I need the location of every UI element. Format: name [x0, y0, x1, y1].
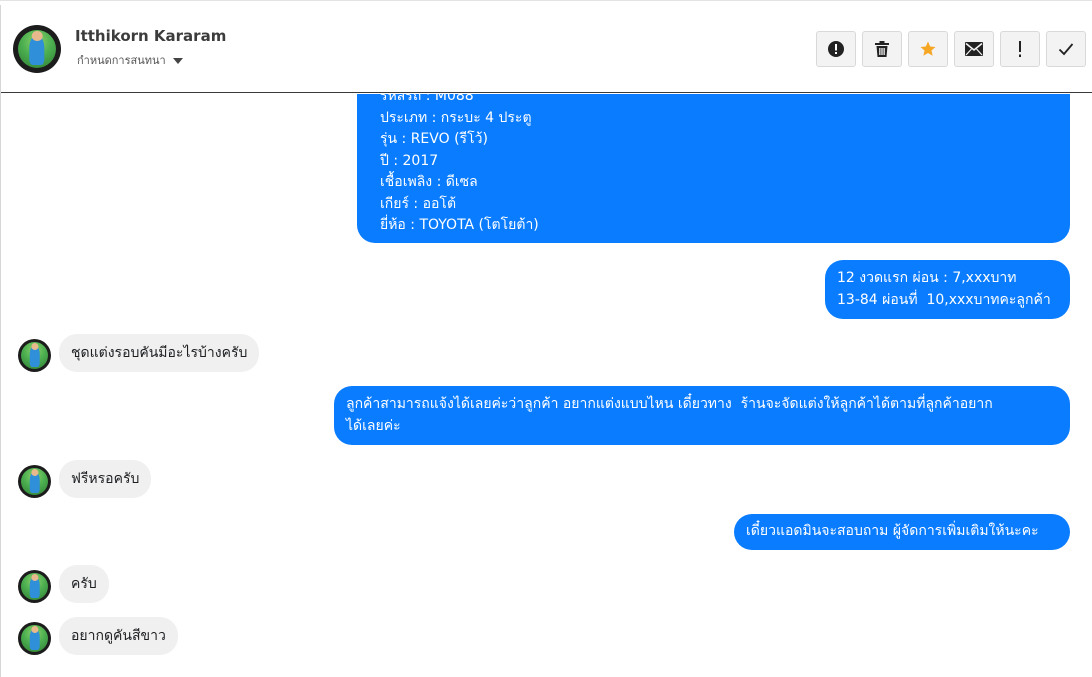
message-thread: รหัสรถ : M088 ประเภท : กระบะ 4 ประตู รุ่…: [1, 94, 1092, 677]
caret-down-icon: [172, 58, 183, 64]
message-line: ยี่ห้อ : TOYOTA (โตโยต้า): [380, 217, 539, 233]
incoming-message: ฟรีหรอครับ: [59, 460, 152, 498]
contact-name[interactable]: Itthikorn Kararam: [75, 27, 226, 45]
star-icon: [920, 41, 936, 56]
message-line: ปี : 2017: [380, 152, 439, 169]
mark-unread-button[interactable]: [954, 31, 994, 67]
delete-button[interactable]: [862, 31, 902, 67]
assign-conversation-dropdown[interactable]: กำหนดการสนทนา: [77, 51, 183, 69]
outgoing-message: รหัสรถ : M088 ประเภท : กระบะ 4 ประตู รุ่…: [357, 94, 1070, 243]
mark-important-button[interactable]: [1000, 31, 1040, 67]
message-line: ลูกค้าสามารถแจ้งได้เลยค่ะว่าลูกค้า อยากแ…: [346, 396, 993, 412]
header-actions: [816, 31, 1086, 67]
mark-done-button[interactable]: [1046, 31, 1086, 67]
message-line: รุ่น : REVO (รีโว้): [380, 131, 488, 147]
sender-avatar[interactable]: [18, 339, 51, 372]
incoming-message: อยากดูคันสีขาว: [59, 617, 178, 655]
sender-avatar[interactable]: [18, 570, 51, 603]
report-button[interactable]: [816, 31, 856, 67]
alert-circle-icon: [828, 41, 844, 57]
message-line: เชื้อเพลิง : ดีเซล: [380, 174, 478, 190]
contact-avatar[interactable]: [13, 25, 61, 73]
outgoing-message: เดี๋ยวแอดมินจะสอบถาม ผู้จัดการเพิ่มเติมใ…: [734, 514, 1070, 550]
message-line: ได้เลยค่ะ: [346, 417, 401, 434]
message-line: เดี๋ยวแอดมินจะสอบถาม ผู้จัดการเพิ่มเติมใ…: [746, 523, 1039, 539]
incoming-message: ครับ: [59, 565, 109, 603]
conversation-header: Itthikorn Kararam กำหนดการสนทนา: [1, 5, 1092, 93]
sender-avatar[interactable]: [18, 622, 51, 655]
trash-icon: [875, 41, 889, 57]
sender-avatar[interactable]: [18, 465, 51, 498]
message-line: 13-84 ผ่อนที่ 10,xxxบาทคะลูกค้า: [837, 291, 1051, 308]
envelope-icon: [965, 42, 983, 56]
check-icon: [1058, 43, 1074, 56]
outgoing-message: ลูกค้าสามารถแจ้งได้เลยค่ะว่าลูกค้า อยากแ…: [334, 386, 1070, 445]
message-line: ประเภท : กระบะ 4 ประตู: [380, 109, 532, 126]
exclamation-icon: [1019, 41, 1021, 57]
assign-conversation-label: กำหนดการสนทนา: [77, 54, 166, 67]
message-line: 12 งวดแรก ผ่อน : 7,xxxบาท: [837, 270, 1017, 286]
message-line: รหัสรถ : M088: [380, 94, 474, 104]
star-button[interactable]: [908, 31, 948, 67]
message-line: เกียร์ : ออโต้: [380, 195, 457, 212]
incoming-message: ชุดแต่งรอบคันมีอะไรบ้างครับ: [59, 334, 260, 372]
outgoing-message: 12 งวดแรก ผ่อน : 7,xxxบาท 13-84 ผ่อนที่ …: [825, 260, 1070, 319]
